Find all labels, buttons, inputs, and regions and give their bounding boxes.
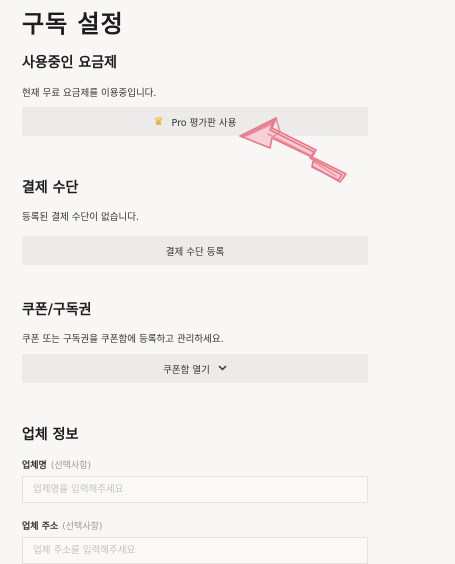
open-coupon-box-button[interactable]: 쿠폰함 열기: [22, 354, 368, 383]
crown-icon: ♛: [153, 115, 164, 128]
coupon-heading: 쿠폰/구독권: [22, 302, 92, 318]
open-coupon-box-button-label: 쿠폰함 열기: [163, 364, 210, 376]
page-title: 구독 설정: [22, 10, 124, 38]
annotation-arrow-icon: [239, 117, 347, 183]
company-address-optional: (선택사항): [62, 522, 103, 532]
register-payment-button[interactable]: 결제 수단 등록: [22, 236, 368, 265]
company-address-label: 업체 주소 (선택사항): [22, 519, 102, 532]
register-payment-button-label: 결제 수단 등록: [165, 246, 225, 258]
plan-heading: 사용중인 요금제: [22, 55, 118, 71]
company-address-input[interactable]: [22, 537, 368, 564]
chevron-down-icon: [218, 364, 227, 374]
pro-trial-button-label: Pro 평가판 사용: [171, 117, 237, 129]
plan-description: 현재 무료 요금제를 이용중입니다.: [22, 88, 157, 99]
company-address-label-text: 업체 주소: [22, 522, 59, 532]
coupon-description: 쿠폰 또는 구독권을 쿠폰함에 등록하고 관리하세요.: [22, 334, 224, 345]
company-name-label: 업체명 (선택사항): [22, 458, 91, 471]
payment-heading: 결제 수단: [22, 180, 79, 196]
company-name-label-text: 업체명: [22, 461, 47, 471]
company-name-optional: (선택사항): [50, 461, 91, 471]
subscription-settings-page: 구독 설정 사용중인 요금제 현재 무료 요금제를 이용중입니다. ♛ Pro …: [0, 0, 455, 564]
company-name-input[interactable]: [22, 476, 368, 503]
payment-description: 등록된 결제 수단이 없습니다.: [22, 212, 139, 223]
company-heading: 업체 정보: [22, 427, 79, 443]
